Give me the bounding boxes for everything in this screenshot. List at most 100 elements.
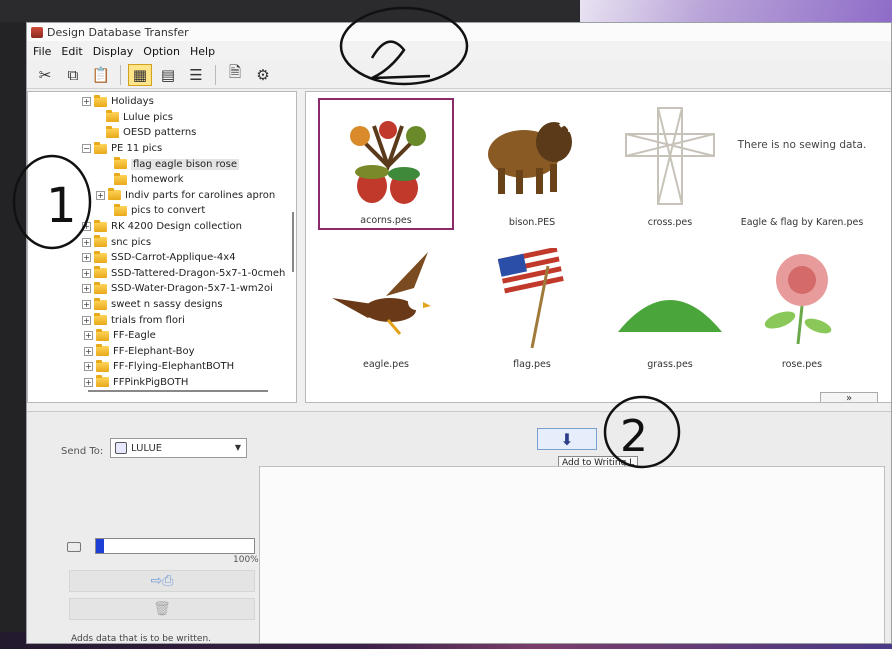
design-thumbnail[interactable]: There is no sewing data. Eagle & flag by … xyxy=(734,98,870,230)
expand-icon[interactable]: + xyxy=(84,346,93,356)
main-area: + Holidays Lulue pics OESD patterns − PE 11 p… xyxy=(27,91,891,403)
design-preview xyxy=(744,248,860,348)
design-preview xyxy=(612,248,728,348)
folder-icon xyxy=(94,94,107,107)
paste-icon[interactable]: 📋 xyxy=(89,64,113,86)
tree-item[interactable]: + snc pics xyxy=(82,234,296,250)
design-filename: acorns.pes xyxy=(360,215,412,226)
write-panel: Send To: LULUE ▼ ⬇ Add to Writing L 100%… xyxy=(27,411,891,643)
expand-icon[interactable]: + xyxy=(96,190,105,200)
expand-icon[interactable]: + xyxy=(82,300,91,310)
tree-item-label: Holidays xyxy=(111,96,154,108)
folder-icon xyxy=(96,375,109,388)
scissors-icon[interactable]: ✂ xyxy=(33,64,57,86)
menu-help[interactable]: Help xyxy=(190,45,215,58)
design-thumbnail[interactable]: acorns.pes xyxy=(318,98,454,230)
tree-vertical-scrollbar[interactable] xyxy=(292,212,294,272)
tree-item[interactable]: Lulue pics xyxy=(82,110,296,126)
design-thumbnail[interactable]: flag.pes xyxy=(464,240,600,372)
copy-icon[interactable]: ⧉ xyxy=(61,64,85,86)
design-filename: rose.pes xyxy=(781,359,823,370)
tree-item[interactable]: homework xyxy=(82,172,296,188)
capacity-percent-label: 100% xyxy=(233,555,259,565)
send-to-label: Send To: xyxy=(61,446,104,457)
design-filename: grass.pes xyxy=(647,359,693,370)
write-button[interactable]: ⇨⎙ xyxy=(69,570,255,592)
expand-gallery-button[interactable]: » xyxy=(820,392,878,402)
folder-tree[interactable]: + Holidays Lulue pics OESD patterns − PE 11 p… xyxy=(27,91,297,403)
tree-item-label: FF-Flying-ElephantBOTH xyxy=(113,361,235,373)
design-preview xyxy=(474,106,590,206)
add-to-writing-list-button[interactable]: ⬇ xyxy=(537,428,597,450)
folder-icon xyxy=(94,297,107,310)
design-thumbnail[interactable]: eagle.pes xyxy=(318,240,454,372)
tree-item-label: SSD-Carrot-Applique-4x4 xyxy=(111,252,236,264)
expand-icon[interactable]: + xyxy=(82,253,91,263)
settings-icon[interactable]: ⚙ xyxy=(251,64,275,86)
small-thumbnail-icon[interactable]: ▤ xyxy=(156,64,180,86)
expand-icon[interactable]: + xyxy=(84,362,93,372)
tree-item-label: flag eagle bison rose xyxy=(131,158,240,170)
design-preview xyxy=(474,246,590,349)
tree-item[interactable]: + SSD-Carrot-Applique-4x4 xyxy=(82,250,296,266)
expand-icon[interactable]: + xyxy=(82,315,91,325)
tree-item[interactable]: + Indiv parts for carolines apron xyxy=(82,188,296,204)
expand-icon[interactable]: + xyxy=(82,222,91,232)
capacity-bar-fill xyxy=(96,539,104,553)
tree-item[interactable]: OESD patterns xyxy=(82,125,296,141)
list-view-icon[interactable]: ☰ xyxy=(184,64,208,86)
tree-item[interactable]: flag eagle bison rose xyxy=(82,156,296,172)
design-thumbnail[interactable]: rose.pes xyxy=(734,240,870,372)
app-icon xyxy=(31,26,43,38)
expand-icon[interactable]: + xyxy=(82,268,91,278)
toolbar-separator xyxy=(120,64,121,85)
tree-item[interactable]: + Holidays xyxy=(82,94,296,110)
tree-item[interactable]: + FFPinkPigBOTH xyxy=(82,375,296,391)
tree-item[interactable]: + sweet n sassy designs xyxy=(82,297,296,313)
send-to-select[interactable]: LULUE ▼ xyxy=(110,438,247,458)
design-thumbnail[interactable]: bison.PES xyxy=(464,98,600,230)
folder-icon xyxy=(114,172,127,185)
tree-item-label: RK 4200 Design collection xyxy=(111,221,242,233)
arrow-down-icon: ⬇ xyxy=(560,429,574,449)
folder-icon xyxy=(94,250,107,263)
tree-item-label: Lulue pics xyxy=(123,111,174,123)
chevron-down-icon[interactable]: ▼ xyxy=(232,441,244,455)
menu-file[interactable]: File xyxy=(33,45,51,58)
expand-icon[interactable]: + xyxy=(82,284,91,294)
tree-item-label: homework xyxy=(131,174,184,186)
folder-icon xyxy=(106,125,119,138)
tree-item[interactable]: + trials from flori xyxy=(82,312,296,328)
tree-item[interactable]: − PE 11 pics xyxy=(82,141,296,157)
menu-option[interactable]: Option xyxy=(143,45,180,58)
design-filename: Eagle & flag by Karen.pes xyxy=(740,217,864,228)
tree-item-label: sweet n sassy designs xyxy=(111,299,223,311)
photo-frame-left xyxy=(0,0,26,649)
expand-icon[interactable]: + xyxy=(84,377,93,387)
expand-icon[interactable]: + xyxy=(82,97,91,107)
expand-icon[interactable]: + xyxy=(82,237,91,247)
tree-item[interactable]: + SSD-Tattered-Dragon-5x7-1-0cmeh xyxy=(82,266,296,282)
design-filename: eagle.pes xyxy=(362,359,410,370)
design-thumbnail[interactable]: grass.pes xyxy=(602,240,738,372)
tree-horizontal-scrollbar[interactable] xyxy=(88,390,268,392)
design-thumbnail[interactable]: cross.pes xyxy=(602,98,738,230)
menu-edit[interactable]: Edit xyxy=(61,45,82,58)
menu-display[interactable]: Display xyxy=(93,45,134,58)
expand-icon[interactable]: + xyxy=(84,331,93,341)
tree-item[interactable]: + SSD-Water-Dragon-5x7-1-wm2oi xyxy=(82,281,296,297)
folder-icon xyxy=(114,157,127,170)
tree-item[interactable]: + FF-Flying-ElephantBOTH xyxy=(82,359,296,375)
tree-item[interactable]: + FF-Eagle xyxy=(82,328,296,344)
tree-item[interactable]: pics to convert xyxy=(82,203,296,219)
tree-item[interactable]: + FF-Elephant-Boy xyxy=(82,344,296,360)
design-gallery: acorns.pes bison.PES cross.pes There is no … xyxy=(305,91,891,403)
capacity-bar xyxy=(95,538,255,554)
memory-card-icon xyxy=(67,542,81,552)
document-icon[interactable]: 🗎 xyxy=(223,63,247,86)
delete-button[interactable]: 🗑 xyxy=(69,598,255,620)
writing-list[interactable] xyxy=(259,466,885,643)
large-thumbnail-icon[interactable]: ▦ xyxy=(128,63,152,86)
tree-item[interactable]: + RK 4200 Design collection xyxy=(82,219,296,235)
collapse-icon[interactable]: − xyxy=(82,144,91,154)
